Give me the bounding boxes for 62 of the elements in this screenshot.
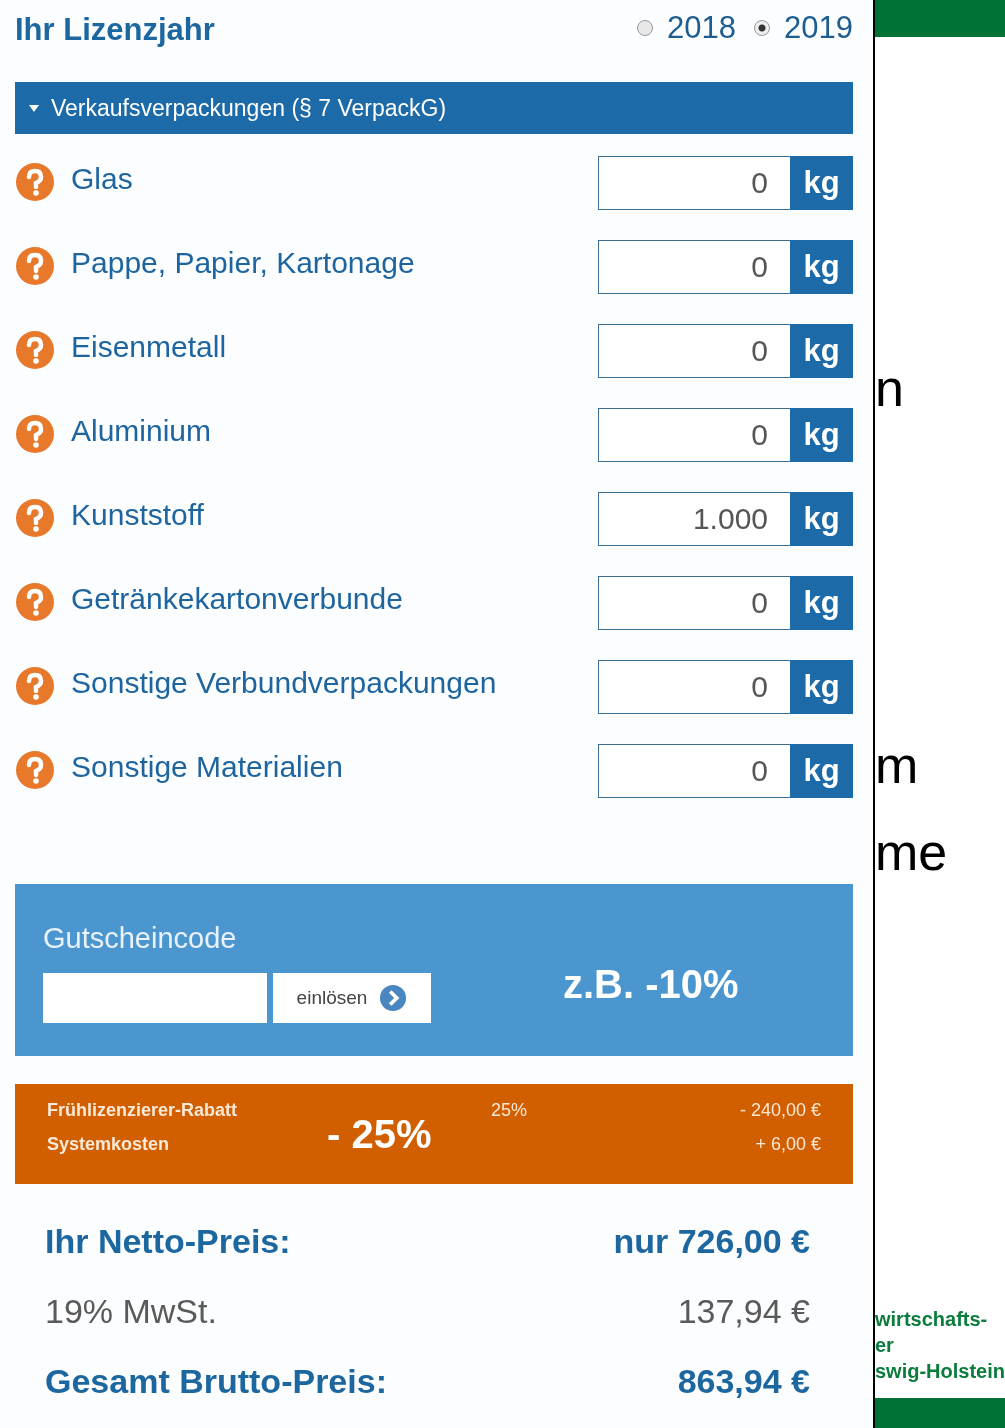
radio-button[interactable]	[754, 20, 771, 36]
slide-text: m	[875, 739, 920, 791]
unit-label: kg	[790, 744, 853, 798]
discount-note: - 25%	[327, 1111, 433, 1157]
unit-label: kg	[790, 324, 853, 378]
material-label: Getränkekartonverbunde	[71, 582, 404, 616]
material-label: Glas	[71, 162, 134, 196]
unit-label: kg	[790, 240, 853, 294]
section-header[interactable]: Verkaufsverpackungen (§ 7 VerpackG)	[15, 82, 853, 134]
discount-label: Systemkosten	[47, 1134, 171, 1156]
material-label: Aluminium	[71, 414, 213, 448]
material-label: Eisenmetall	[71, 330, 228, 364]
quantity-field[interactable]: 0	[598, 240, 790, 294]
material-label: Sonstige Materialien	[71, 750, 344, 784]
help-icon[interactable]	[15, 498, 55, 538]
section-title: Ihr Lizenzjahr	[15, 11, 215, 48]
help-icon[interactable]	[15, 750, 55, 790]
unit-label: kg	[790, 576, 853, 630]
total-value: 137,94 €	[677, 1292, 810, 1332]
voucher-field[interactable]	[43, 973, 267, 1023]
unit-label: kg	[790, 660, 853, 714]
footer-text: wirtschafts-	[875, 1307, 989, 1332]
voucher-label: Gutscheincode	[43, 922, 238, 955]
slide-text: n	[875, 362, 905, 414]
material-label: Pappe, Papier, Kartonage	[71, 246, 416, 280]
footer-text: swig-Holstein	[875, 1359, 1005, 1384]
quantity-field[interactable]: 1.000	[598, 492, 790, 546]
section-title: Verkaufsverpackungen (§ 7 VerpackG)	[51, 94, 447, 122]
quantity-field[interactable]: 0	[598, 744, 790, 798]
quantity-field[interactable]: 0	[598, 660, 790, 714]
quantity-field[interactable]: 0	[598, 408, 790, 462]
unit-label: kg	[790, 156, 853, 210]
help-icon[interactable]	[15, 582, 55, 622]
slide-text: me	[875, 826, 949, 878]
discount-amount: + 6,00 €	[754, 1134, 821, 1156]
help-icon[interactable]	[15, 414, 55, 454]
help-icon[interactable]	[15, 330, 55, 370]
discount-note: z.B. -10%	[563, 962, 739, 1007]
discount-percent: 25%	[491, 1100, 529, 1122]
total-value: 863,94 €	[677, 1362, 810, 1402]
chevron-icon	[379, 984, 408, 1012]
total-label: Ihr Netto-Preis:	[45, 1222, 291, 1262]
discount-label: Frühlizenzierer-Rabatt	[47, 1100, 239, 1122]
help-icon[interactable]	[15, 162, 55, 202]
unit-label: kg	[790, 408, 853, 462]
total-label: Gesamt Brutto-Preis:	[45, 1362, 387, 1402]
total-value: nur 726,00 €	[613, 1222, 810, 1262]
unit-label: kg	[790, 492, 853, 546]
total-label: 19% MwSt.	[45, 1292, 217, 1332]
help-icon[interactable]	[15, 666, 55, 706]
help-icon[interactable]	[15, 246, 55, 286]
year-label: 2018	[667, 10, 737, 46]
radio-button[interactable]	[637, 20, 654, 36]
discount-amount: - 240,00 €	[738, 1100, 821, 1122]
material-label: Sonstige Verbundverpackungen	[71, 666, 498, 700]
redeem-button[interactable]: einlösen	[273, 973, 431, 1023]
quantity-field[interactable]: 0	[598, 576, 790, 630]
quantity-field[interactable]: 0	[598, 156, 790, 210]
material-label: Kunststoff	[71, 498, 205, 532]
footer-text: er	[875, 1333, 895, 1358]
year-label: 2019	[784, 10, 853, 46]
quantity-field[interactable]: 0	[598, 324, 790, 378]
